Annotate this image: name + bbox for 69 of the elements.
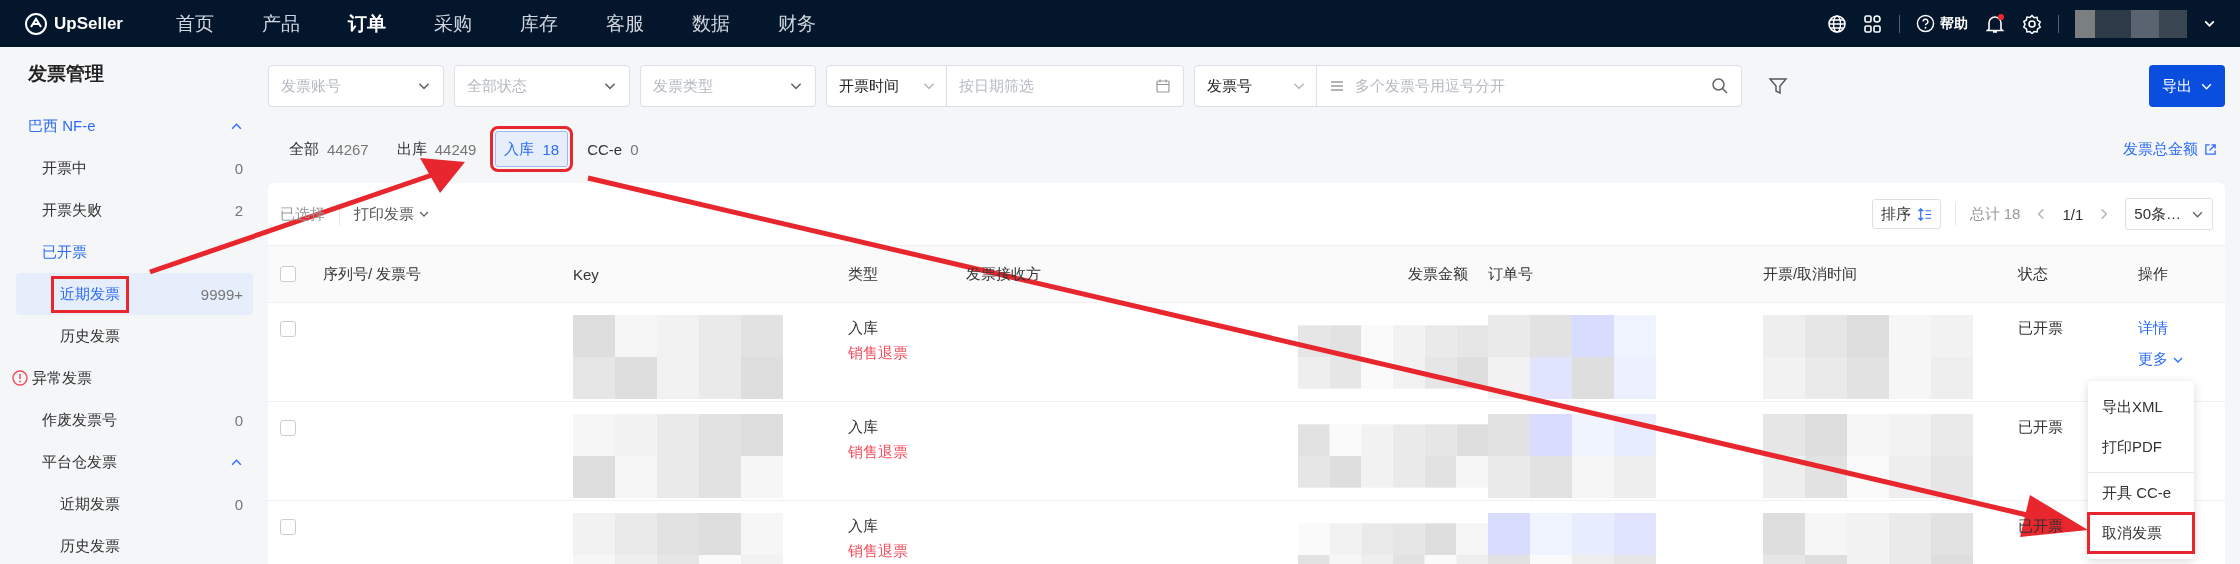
total-count: 总计 18 xyxy=(1969,204,2021,224)
tab[interactable]: CC-e 0 xyxy=(578,131,648,167)
warning-icon xyxy=(12,370,28,386)
sidebar-item[interactable]: 历史发票 xyxy=(16,315,253,357)
column-header: 开票/取消时间 xyxy=(1763,264,1858,284)
sort-icon xyxy=(1916,206,1932,222)
filter-icon[interactable] xyxy=(1768,76,1788,96)
sidebar-item[interactable]: 开票失败 2 xyxy=(16,189,253,231)
sidebar-item[interactable]: 作废发票号 0 xyxy=(16,399,253,441)
help-link[interactable]: 帮助 xyxy=(1916,14,1968,33)
bell-icon[interactable] xyxy=(1984,12,2006,35)
pixelated-area[interactable] xyxy=(2075,9,2187,38)
tab[interactable]: 出库 44249 xyxy=(387,131,486,167)
sort-button[interactable]: 排序 xyxy=(1871,199,1941,229)
sidebar-item[interactable]: 历史发票 xyxy=(16,525,253,564)
sidebar-item[interactable]: 巴西 NF-e xyxy=(16,105,253,147)
nav-item[interactable]: 产品 xyxy=(256,10,306,37)
table-cell: 销售退票 xyxy=(848,344,908,363)
nav-item[interactable]: 库存 xyxy=(514,10,564,37)
table-cell: 销售退票 xyxy=(848,443,908,462)
page-indicator: 1/1 xyxy=(2062,205,2084,223)
table-cell-text: 已开票 xyxy=(2018,417,2063,437)
nav-item[interactable]: 订单 xyxy=(342,10,392,37)
table-cell-text: 入库 xyxy=(848,418,879,437)
checkbox[interactable] xyxy=(280,321,296,337)
help-icon xyxy=(1916,14,1935,33)
nav-item[interactable]: 采购 xyxy=(428,10,478,37)
column-header: 订单号 xyxy=(1488,264,1533,284)
external-link-icon xyxy=(2204,142,2217,156)
checkbox[interactable] xyxy=(280,519,296,535)
menu-item[interactable]: 开具 CC-e xyxy=(2088,472,2194,513)
sidebar-item[interactable]: 异常发票 xyxy=(16,357,253,399)
sidebar-item[interactable]: 近期发票 0 xyxy=(16,483,253,525)
menu-item[interactable]: 导出XML xyxy=(2088,387,2194,427)
apps-icon[interactable] xyxy=(1863,13,1883,34)
export-button[interactable]: 导出 xyxy=(2149,65,2225,107)
sidebar-title: 发票管理 xyxy=(27,62,105,86)
nav-item[interactable]: 首页 xyxy=(170,10,220,37)
column-header: Key xyxy=(573,265,599,283)
column-header: 类型 xyxy=(848,264,878,284)
brand-name: UpSeller xyxy=(54,13,123,34)
checkbox[interactable] xyxy=(280,266,296,282)
menu-item[interactable]: 打印PDF xyxy=(2088,427,2194,467)
logo-icon xyxy=(24,11,48,36)
table-cell: 销售退票 xyxy=(848,542,908,561)
column-header: 操作 xyxy=(2138,264,2168,284)
nav-item[interactable]: 财务 xyxy=(772,10,822,37)
settings-icon[interactable] xyxy=(2022,13,2042,34)
print-button[interactable]: 打印发票 xyxy=(354,204,430,224)
checkbox[interactable] xyxy=(280,420,296,436)
nav-item[interactable]: 数据 xyxy=(686,10,736,37)
column-header: 状态 xyxy=(2018,264,2048,284)
tab[interactable]: 全部 44267 xyxy=(280,131,378,167)
menu-item[interactable]: 取消发票 xyxy=(2088,513,2194,553)
table-cell-text: 已开票 xyxy=(2018,318,2063,338)
nav-item[interactable]: 客服 xyxy=(600,10,650,37)
column-header: 发票金额 xyxy=(1408,264,1468,284)
total-amount-link[interactable]: 发票总金额 xyxy=(2123,139,2217,159)
sidebar-item[interactable]: 平台仓发票 xyxy=(16,441,253,483)
page-size-select[interactable]: 50条… xyxy=(2125,198,2213,230)
table-cell-text: 入库 xyxy=(848,319,879,338)
table-cell-text: 入库 xyxy=(848,517,879,536)
sidebar-item[interactable]: 开票中 0 xyxy=(16,147,253,189)
action-link[interactable]: 详情 xyxy=(2138,319,2184,338)
sidebar-item[interactable]: 近期发票 9999+ xyxy=(16,273,253,315)
sidebar-item[interactable]: 已开票 xyxy=(16,231,253,273)
action-link[interactable]: 更多 xyxy=(2138,350,2184,369)
column-header: 序列号/ 发票号 xyxy=(323,264,422,284)
globe-icon[interactable] xyxy=(1827,13,1847,34)
